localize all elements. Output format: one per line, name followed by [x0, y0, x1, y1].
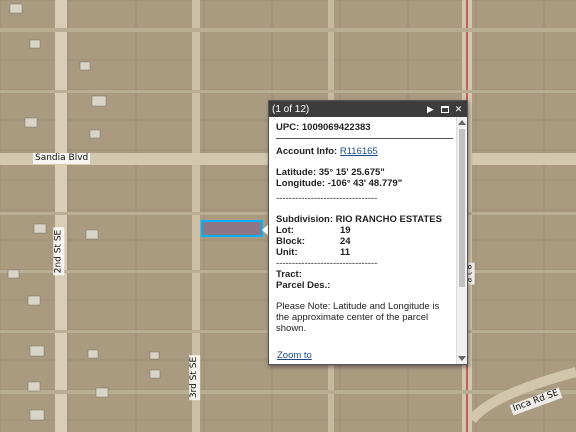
subdivision-label: Subdivision:: [276, 214, 333, 225]
street-label-3rd-st: 3rd St SE: [189, 354, 201, 401]
close-icon[interactable]: ✕: [453, 104, 464, 115]
road-2nd-st: [55, 0, 67, 432]
scroll-thumb[interactable]: [459, 129, 465, 287]
street-label-2nd-st: 2nd St SE: [53, 227, 65, 276]
longitude-value: -106° 43' 48.779": [327, 178, 403, 189]
unit-value: 11: [340, 247, 351, 258]
lot-label: Lot:: [276, 225, 294, 236]
upc-value: 1009069422383: [301, 122, 371, 133]
play-icon[interactable]: ▶: [425, 104, 436, 115]
latitude-label: Latitude:: [276, 167, 317, 178]
block-label: Block:: [276, 236, 306, 247]
popup-count: (1 of 12): [272, 103, 310, 115]
account-label: Account Info:: [276, 146, 338, 157]
dashes-2: --------------------------------: [276, 258, 378, 269]
selected-parcel[interactable]: [201, 220, 263, 237]
scroll-up-icon[interactable]: [458, 120, 466, 125]
lot-value: 19: [340, 225, 351, 236]
popup-scrollbar[interactable]: [456, 117, 467, 364]
zoom-to-link[interactable]: Zoom to: [277, 350, 312, 361]
longitude-label: Longitude:: [276, 178, 326, 189]
divider: [276, 138, 453, 139]
subdivision-value: RIO RANCHO ESTATES: [335, 214, 442, 225]
latitude-value: 35° 15' 25.675": [318, 167, 385, 178]
popup-titlebar: (1 of 12) ▶ ✕: [269, 101, 467, 117]
account-link[interactable]: R116165: [340, 146, 378, 157]
street-label-sandia: Sandia Blvd: [33, 153, 91, 164]
dashes-1: --------------------------------: [276, 193, 378, 204]
location-note: Please Note: Latitude and Longitude is t…: [276, 301, 440, 334]
unit-label: Unit:: [276, 247, 298, 258]
info-popup[interactable]: (1 of 12) ▶ ✕ UPC: 1009069422383 Account…: [268, 100, 468, 365]
block-value: 24: [340, 236, 351, 247]
tract-label: Tract:: [276, 269, 302, 280]
popup-content: UPC: 1009069422383 Account Info: R116165…: [269, 117, 457, 364]
maximize-icon[interactable]: [439, 104, 450, 115]
upc-label: UPC:: [276, 122, 300, 133]
parcel-des-label: Parcel Des.:: [276, 280, 331, 291]
scroll-down-icon[interactable]: [458, 356, 466, 361]
